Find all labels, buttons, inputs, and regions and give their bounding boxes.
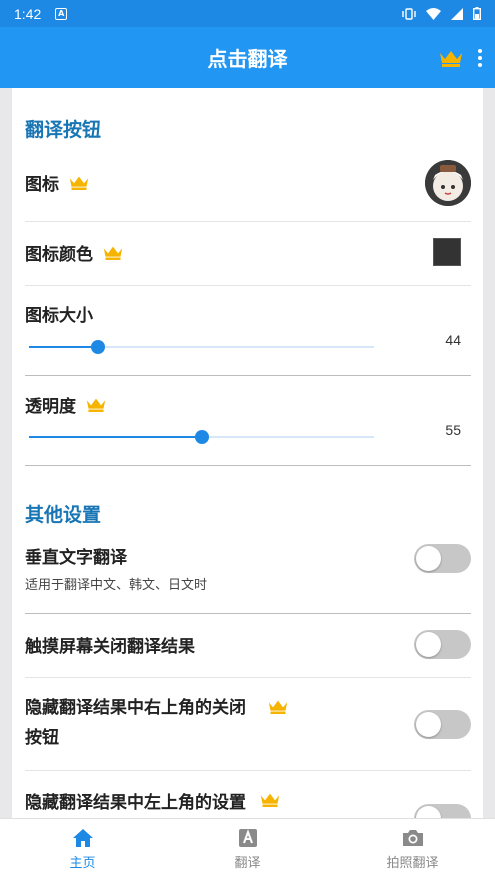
slider-thumb[interactable] bbox=[91, 340, 105, 354]
icon-color-swatch[interactable] bbox=[433, 238, 461, 266]
divider bbox=[25, 677, 471, 678]
crown-icon bbox=[86, 398, 106, 412]
crown-icon bbox=[260, 793, 280, 807]
nav-item-translate[interactable]: 翻译 bbox=[165, 819, 330, 880]
vibrate-icon bbox=[402, 7, 416, 20]
hide-close-label-line2: 按钮 bbox=[25, 728, 59, 748]
translate-icon bbox=[238, 829, 257, 847]
bottom-navigation: 主页 翻译 拍照翻译 bbox=[0, 818, 495, 880]
nav-label: 翻译 bbox=[234, 856, 261, 871]
signal-icon bbox=[451, 7, 463, 20]
opacity-slider[interactable] bbox=[29, 430, 374, 444]
hide-close-label-line1: 隐藏翻译结果中右上角的关闭 bbox=[25, 698, 246, 718]
avatar-icon-preview[interactable] bbox=[425, 160, 471, 206]
more-options-icon[interactable] bbox=[477, 48, 483, 67]
hide-close-button-row: 隐藏翻译结果中右上角的关闭 按钮 bbox=[25, 693, 471, 753]
home-icon bbox=[72, 829, 93, 847]
settings-panel: 翻译按钮 图标 图标颜色 图标大小 44 透明度 55 其他设置 垂直文字翻译 … bbox=[12, 88, 483, 818]
opacity-label-row: 透明度 bbox=[25, 391, 471, 417]
opacity-label: 透明度 bbox=[25, 396, 76, 417]
crown-icon bbox=[268, 700, 288, 714]
icon-size-label: 图标大小 bbox=[25, 305, 93, 326]
app-bar: 点击翻译 bbox=[0, 27, 495, 88]
app-notification-icon: A bbox=[55, 7, 68, 20]
icon-setting-label: 图标 bbox=[25, 174, 59, 195]
hide-settings-row: 隐藏翻译结果中左上角的设置 bbox=[25, 788, 471, 818]
nav-label: 拍照翻译 bbox=[386, 856, 439, 871]
crown-icon bbox=[440, 50, 462, 67]
nav-label: 主页 bbox=[69, 856, 96, 871]
toggle-knob bbox=[416, 546, 441, 571]
slider-thumb[interactable] bbox=[194, 430, 209, 444]
vertical-translate-sublabel: 适用于翻译中文、韩文、日文时 bbox=[25, 578, 208, 593]
wifi-icon bbox=[426, 7, 441, 20]
icon-setting-row[interactable]: 图标 bbox=[25, 160, 471, 206]
camera-icon bbox=[402, 830, 423, 846]
vertical-translate-label: 垂直文字翻译 bbox=[25, 548, 127, 568]
icon-color-setting-row[interactable]: 图标颜色 bbox=[25, 234, 471, 270]
nav-item-camera-translate[interactable]: 拍照翻译 bbox=[330, 819, 495, 880]
icon-size-slider[interactable] bbox=[29, 340, 374, 354]
status-bar: 1:42 A bbox=[0, 0, 495, 27]
hide-close-button-toggle[interactable] bbox=[414, 710, 471, 739]
toggle-knob bbox=[416, 632, 441, 657]
divider bbox=[25, 613, 471, 614]
section-header-other-settings: 其他设置 bbox=[25, 504, 102, 526]
divider bbox=[25, 465, 471, 466]
battery-icon bbox=[473, 7, 481, 20]
vertical-translate-toggle[interactable] bbox=[414, 544, 471, 573]
touch-close-row: 触摸屏幕关闭翻译结果 bbox=[25, 629, 471, 659]
icon-size-label-row: 图标大小 bbox=[25, 300, 471, 326]
icon-color-label: 图标颜色 bbox=[25, 244, 93, 265]
section-header-translate-button: 翻译按钮 bbox=[25, 119, 102, 141]
premium-crown-button[interactable] bbox=[439, 49, 463, 67]
slider-fill bbox=[29, 436, 202, 438]
page-title: 点击翻译 bbox=[207, 47, 288, 71]
crown-icon bbox=[69, 176, 89, 190]
hide-settings-label: 隐藏翻译结果中左上角的设置 bbox=[25, 793, 246, 813]
character-avatar-icon bbox=[425, 160, 471, 206]
divider bbox=[25, 375, 471, 376]
toggle-knob bbox=[416, 806, 441, 818]
opacity-value: 55 bbox=[445, 422, 461, 438]
hide-settings-toggle[interactable] bbox=[414, 804, 471, 818]
divider bbox=[25, 221, 471, 222]
crown-icon bbox=[103, 246, 123, 260]
icon-size-value: 44 bbox=[445, 332, 461, 348]
touch-close-toggle[interactable] bbox=[414, 630, 471, 659]
toggle-knob bbox=[416, 712, 441, 737]
slider-fill bbox=[29, 346, 98, 348]
status-icons bbox=[402, 7, 481, 20]
vertical-translate-row: 垂直文字翻译 适用于翻译中文、韩文、日文时 bbox=[25, 543, 471, 593]
divider bbox=[25, 285, 471, 286]
touch-close-label: 触摸屏幕关闭翻译结果 bbox=[25, 636, 195, 657]
nav-item-home[interactable]: 主页 bbox=[0, 819, 165, 880]
status-time: 1:42 bbox=[14, 5, 42, 22]
divider bbox=[25, 770, 471, 771]
